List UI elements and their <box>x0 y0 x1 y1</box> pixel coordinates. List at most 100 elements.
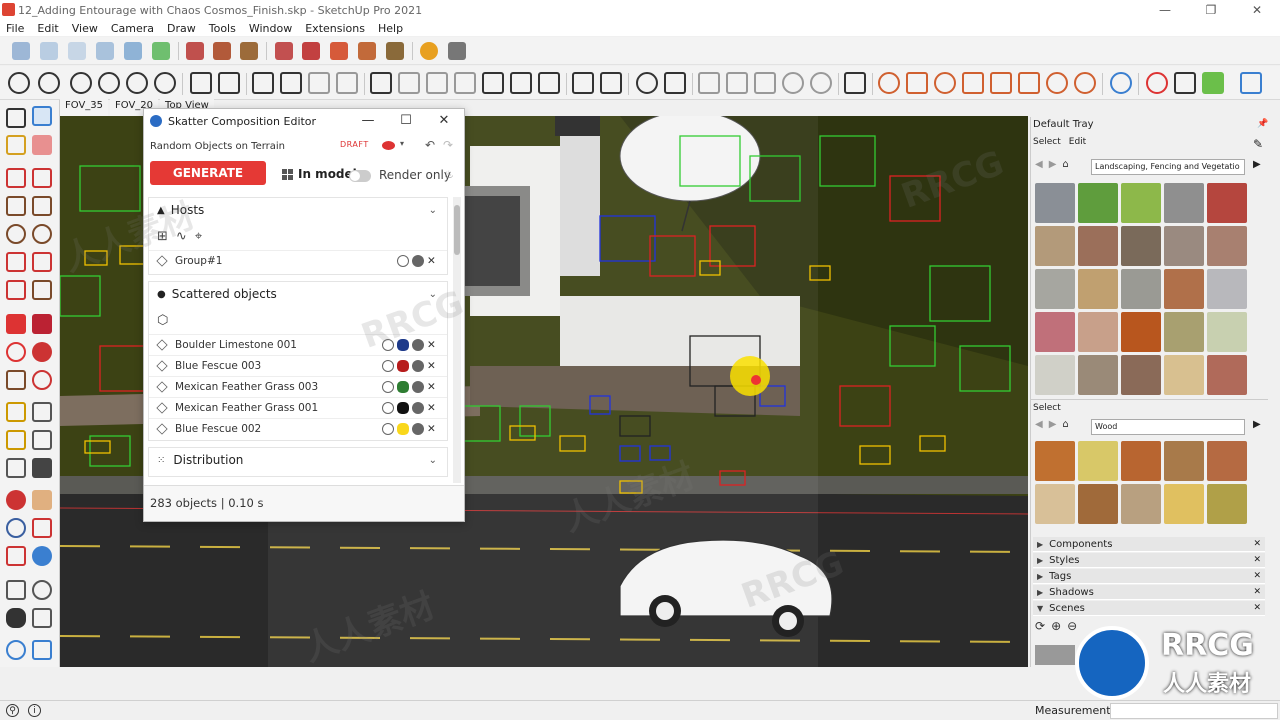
look-around-eye-icon[interactable] <box>32 580 52 600</box>
sandbox-icon[interactable] <box>6 640 26 660</box>
add-object-icon[interactable]: ⬡ <box>157 313 168 328</box>
teapot-render-icon[interactable] <box>70 72 92 94</box>
panel-tags[interactable]: ▶ Tags ✕ <box>1033 569 1265 584</box>
remove-icon[interactable]: ✕ <box>427 402 439 414</box>
measurements-field[interactable] <box>1110 703 1278 719</box>
material-swatch[interactable] <box>1078 355 1118 395</box>
eye-icon[interactable] <box>397 339 409 351</box>
chevron-down-icon[interactable]: ⌄ <box>429 289 437 300</box>
flask-icon[interactable] <box>1110 72 1132 94</box>
scale-icon[interactable] <box>6 370 26 390</box>
lock-icon[interactable] <box>336 72 358 94</box>
minimize-icon[interactable]: — <box>358 113 378 128</box>
iso-view-icon[interactable] <box>12 42 30 60</box>
remove-icon[interactable]: ✕ <box>427 423 439 435</box>
object-icon[interactable] <box>844 72 866 94</box>
close-icon[interactable]: ✕ <box>1253 555 1261 565</box>
sun-icon[interactable] <box>420 42 438 60</box>
edit-icon[interactable] <box>538 72 560 94</box>
chevron-down-icon[interactable]: ⌄ <box>429 205 437 216</box>
material-swatch[interactable] <box>1121 183 1161 223</box>
gear-icon[interactable] <box>412 381 424 393</box>
walk-footprints-icon[interactable] <box>6 608 26 628</box>
mesh-light-icon[interactable] <box>990 72 1012 94</box>
scene-thumbnail[interactable] <box>1035 645 1075 665</box>
two-point-arc-icon[interactable] <box>32 252 52 272</box>
material-swatch[interactable] <box>1035 355 1075 395</box>
refresh-icon[interactable]: ⟳ <box>1035 619 1045 633</box>
material-swatch[interactable] <box>1164 183 1204 223</box>
chevron-down-icon[interactable]: ⌄ <box>429 455 437 466</box>
home-icon[interactable]: ⌂ <box>1062 159 1068 170</box>
eye-icon[interactable] <box>397 360 409 372</box>
generate-button[interactable]: GENERATE <box>150 161 266 185</box>
tools-icon[interactable] <box>448 42 466 60</box>
close-icon[interactable]: ✕ <box>1253 571 1261 581</box>
list-item[interactable]: Mexican Feather Grass 003 ✕ <box>149 376 447 397</box>
material-swatch[interactable] <box>1035 484 1075 524</box>
mesh-icon[interactable] <box>426 72 448 94</box>
vray-interactive-icon[interactable] <box>213 42 231 60</box>
material-swatch[interactable] <box>1121 441 1161 481</box>
undo-icon[interactable]: ↶ <box>425 138 435 152</box>
fur-icon[interactable] <box>454 72 476 94</box>
cube-icon[interactable] <box>754 72 776 94</box>
panel-components[interactable]: ▶ Components ✕ <box>1033 537 1265 552</box>
material-swatch[interactable] <box>1078 226 1118 266</box>
material-swatch[interactable] <box>1121 484 1161 524</box>
material-swatch[interactable] <box>1164 484 1204 524</box>
in-model-option[interactable]: In model <box>282 167 357 181</box>
material-swatch[interactable] <box>1035 441 1075 481</box>
import-icon[interactable] <box>600 72 622 94</box>
smoove-icon[interactable] <box>32 640 52 660</box>
gear-icon[interactable] <box>412 339 424 351</box>
material-swatch[interactable] <box>1164 312 1204 352</box>
lightmix-icon[interactable] <box>218 72 240 94</box>
details-arrow-icon[interactable]: ▶ <box>1253 419 1261 430</box>
dome-light-icon[interactable] <box>1046 72 1068 94</box>
menu-draw[interactable]: Draw <box>161 22 203 35</box>
rotate-icon[interactable] <box>6 342 26 362</box>
material-swatch[interactable] <box>1121 355 1161 395</box>
chevron-down-icon[interactable]: ▾ <box>400 139 404 148</box>
position-camera-icon[interactable] <box>6 580 26 600</box>
material-swatch[interactable] <box>1078 484 1118 524</box>
spotlight-icon[interactable] <box>906 72 928 94</box>
material-category-dropdown[interactable]: Landscaping, Fencing and Vegetatio <box>1091 159 1245 175</box>
panel-scenes[interactable]: ▼ Scenes ✕ <box>1033 601 1265 616</box>
front-view-icon[interactable] <box>68 42 86 60</box>
clipper-icon[interactable] <box>510 72 532 94</box>
move-icon[interactable] <box>6 314 26 334</box>
list-item[interactable]: Mexican Feather Grass 001 ✕ <box>149 397 447 418</box>
pattern-icon[interactable] <box>698 72 720 94</box>
rotated-rect-icon[interactable] <box>32 196 52 216</box>
info-icon[interactable]: i <box>28 704 41 717</box>
circle-icon[interactable] <box>6 224 26 244</box>
close-icon[interactable]: ✕ <box>1253 603 1261 613</box>
composition-name[interactable]: Random Objects on Terrain <box>150 141 285 152</box>
pin-icon[interactable]: 📌 <box>1257 119 1268 129</box>
hosts-header[interactable]: ▲ Hosts ⌄ <box>149 198 447 222</box>
forward-arrow-icon[interactable]: ▶ <box>1049 419 1057 430</box>
remove-scene-icon[interactable]: ⊖ <box>1067 619 1077 633</box>
dimension-icon[interactable] <box>32 402 52 422</box>
vray-cloud-icon[interactable] <box>240 42 258 60</box>
light-target-icon[interactable] <box>1074 72 1096 94</box>
list-item[interactable]: Boulder Limestone 001 ✕ <box>149 334 447 355</box>
paint-bucket-icon[interactable] <box>6 135 26 155</box>
select-icon[interactable] <box>382 360 394 372</box>
tab-edit[interactable]: Edit <box>1069 137 1086 147</box>
list-icon[interactable] <box>1174 72 1196 94</box>
add-pin-icon[interactable]: ⌖ <box>195 229 202 244</box>
light-gen-icon[interactable] <box>878 72 900 94</box>
sphere-icon[interactable] <box>782 72 804 94</box>
zoom-icon[interactable] <box>6 518 26 538</box>
select-icon[interactable] <box>382 402 394 414</box>
vray-spot-icon[interactable] <box>330 42 348 60</box>
material-swatch[interactable] <box>1121 312 1161 352</box>
add-spline-icon[interactable]: ∿ <box>176 229 187 244</box>
offset-icon[interactable] <box>32 370 52 390</box>
extension-icon[interactable] <box>1202 72 1224 94</box>
select-arrow-icon[interactable] <box>6 108 26 128</box>
redo-icon[interactable]: ↷ <box>443 138 453 152</box>
